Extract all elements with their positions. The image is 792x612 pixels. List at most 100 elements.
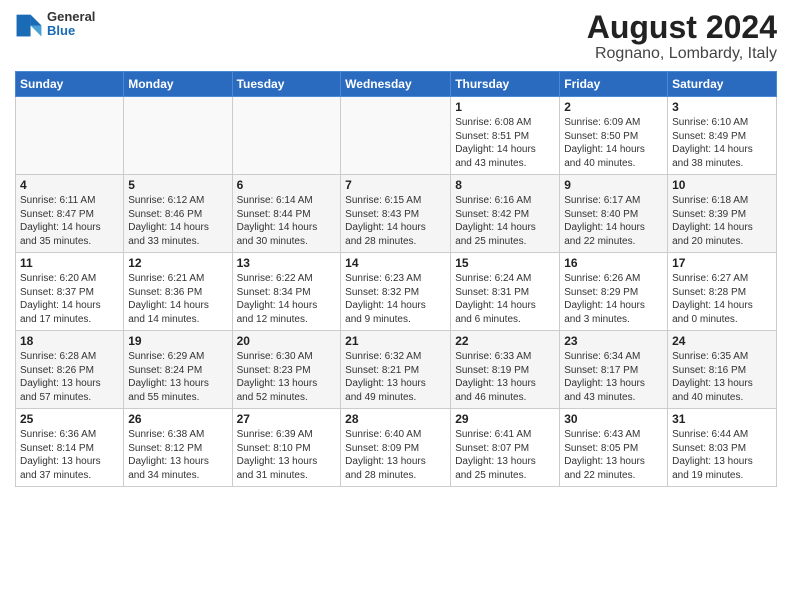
calendar-cell: 13Sunrise: 6:22 AMSunset: 8:34 PMDayligh… <box>232 253 341 331</box>
day-info: Sunrise: 6:41 AMSunset: 8:07 PMDaylight:… <box>455 428 555 482</box>
calendar-cell <box>232 97 341 175</box>
header-wednesday: Wednesday <box>341 72 451 97</box>
calendar-cell: 10 Sunrise: 6:18 AMSunset: 8:39 PMDayligh… <box>668 175 777 253</box>
day-info: Sunrise: 6:15 AMSunset: 8:43 PMDaylight:… <box>345 194 446 248</box>
calendar-cell: 25 Sunrise: 6:36 AMSunset: 8:14 PMDayligh… <box>16 409 124 487</box>
calendar-cell: 19Sunrise: 6:29 AMSunset: 8:24 PMDayligh… <box>124 331 232 409</box>
calendar-cell: 14Sunrise: 6:23 AMSunset: 8:32 PMDayligh… <box>341 253 451 331</box>
calendar-cell <box>124 97 232 175</box>
calendar-cell: 22 Sunrise: 6:33 AMSunset: 8:19 PMDayligh… <box>451 331 560 409</box>
calendar-cell: 5Sunrise: 6:12 AMSunset: 8:46 PMDaylight… <box>124 175 232 253</box>
calendar-cell: 30Sunrise: 6:43 AMSunset: 8:05 PMDayligh… <box>560 409 668 487</box>
day-info: Sunrise: 6:39 AMSunset: 8:10 PMDaylight:… <box>237 428 337 482</box>
day-number: 26 <box>128 412 227 426</box>
day-info: Sunrise: 6:28 AMSunset: 8:26 PMDaylight:… <box>20 350 119 404</box>
day-info: Sunrise: 6:18 AMSunset: 8:39 PMDaylight:… <box>672 194 772 248</box>
day-info: Sunrise: 6:21 AMSunset: 8:36 PMDaylight:… <box>128 272 227 326</box>
day-number: 10 <box>672 178 772 192</box>
calendar-cell: 4 Sunrise: 6:11 AMSunset: 8:47 PMDaylight… <box>16 175 124 253</box>
day-number: 9 <box>564 178 663 192</box>
day-info: Sunrise: 6:38 AMSunset: 8:12 PMDaylight:… <box>128 428 227 482</box>
calendar-cell <box>16 97 124 175</box>
day-info: Sunrise: 6:26 AMSunset: 8:29 PMDaylight:… <box>564 272 663 326</box>
day-info: Sunrise: 6:17 AMSunset: 8:40 PMDaylight:… <box>564 194 663 248</box>
day-info: Sunrise: 6:29 AMSunset: 8:24 PMDaylight:… <box>128 350 227 404</box>
day-number: 8 <box>455 178 555 192</box>
day-number: 25 <box>20 412 119 426</box>
header-friday: Friday <box>560 72 668 97</box>
calendar-cell: 20 Sunrise: 6:30 AMSunset: 8:23 PMDayligh… <box>232 331 341 409</box>
day-number: 4 <box>20 178 119 192</box>
calendar-table: Sunday Monday Tuesday Wednesday Thursday… <box>15 71 777 487</box>
calendar-cell: 9 Sunrise: 6:17 AMSunset: 8:40 PMDaylight… <box>560 175 668 253</box>
day-number: 22 <box>455 334 555 348</box>
day-info: Sunrise: 6:36 AMSunset: 8:14 PMDaylight:… <box>20 428 119 482</box>
day-info: Sunrise: 6:27 AMSunset: 8:28 PMDaylight:… <box>672 272 772 326</box>
logo: General Blue <box>15 10 95 39</box>
calendar-cell: 8 Sunrise: 6:16 AMSunset: 8:42 PMDaylight… <box>451 175 560 253</box>
day-info: Sunrise: 6:34 AMSunset: 8:17 PMDaylight:… <box>564 350 663 404</box>
day-number: 18 <box>20 334 119 348</box>
calendar-cell: 11 Sunrise: 6:20 AMSunset: 8:37 PMDayligh… <box>16 253 124 331</box>
day-number: 23 <box>564 334 663 348</box>
day-number: 27 <box>237 412 337 426</box>
calendar-cell: 26 Sunrise: 6:38 AMSunset: 8:12 PMDayligh… <box>124 409 232 487</box>
day-info: Sunrise: 6:11 AMSunset: 8:47 PMDaylight:… <box>20 194 119 248</box>
calendar-week-row: 4 Sunrise: 6:11 AMSunset: 8:47 PMDaylight… <box>16 175 777 253</box>
day-number: 20 <box>237 334 337 348</box>
day-number: 12 <box>128 256 227 270</box>
day-info: Sunrise: 6:24 AMSunset: 8:31 PMDaylight:… <box>455 272 555 326</box>
calendar-cell: 23 Sunrise: 6:34 AMSunset: 8:17 PMDayligh… <box>560 331 668 409</box>
calendar-cell: 21Sunrise: 6:32 AMSunset: 8:21 PMDayligh… <box>341 331 451 409</box>
calendar-cell: 24 Sunrise: 6:35 AMSunset: 8:16 PMDayligh… <box>668 331 777 409</box>
calendar-cell: 7 Sunrise: 6:15 AMSunset: 8:43 PMDaylight… <box>341 175 451 253</box>
day-info: Sunrise: 6:08 AMSunset: 8:51 PMDaylight:… <box>455 116 555 170</box>
day-info: Sunrise: 6:20 AMSunset: 8:37 PMDaylight:… <box>20 272 119 326</box>
day-number: 3 <box>672 100 772 114</box>
calendar-title: August 2024 <box>587 10 777 45</box>
calendar-cell <box>341 97 451 175</box>
header-thursday: Thursday <box>451 72 560 97</box>
day-info: Sunrise: 6:16 AMSunset: 8:42 PMDaylight:… <box>455 194 555 248</box>
calendar-cell: 1 Sunrise: 6:08 AMSunset: 8:51 PMDaylight… <box>451 97 560 175</box>
logo-text: General Blue <box>47 10 95 39</box>
day-number: 30 <box>564 412 663 426</box>
calendar-cell: 17Sunrise: 6:27 AMSunset: 8:28 PMDayligh… <box>668 253 777 331</box>
calendar-cell: 29Sunrise: 6:41 AMSunset: 8:07 PMDayligh… <box>451 409 560 487</box>
day-number: 6 <box>237 178 337 192</box>
day-info: Sunrise: 6:44 AMSunset: 8:03 PMDaylight:… <box>672 428 772 482</box>
day-info: Sunrise: 6:33 AMSunset: 8:19 PMDaylight:… <box>455 350 555 404</box>
day-info: Sunrise: 6:12 AMSunset: 8:46 PMDaylight:… <box>128 194 227 248</box>
calendar-subtitle: Rognano, Lombardy, Italy <box>587 45 777 63</box>
day-number: 24 <box>672 334 772 348</box>
header-saturday: Saturday <box>668 72 777 97</box>
day-number: 21 <box>345 334 446 348</box>
logo-blue: Blue <box>47 24 95 38</box>
day-number: 14 <box>345 256 446 270</box>
day-number: 15 <box>455 256 555 270</box>
calendar-week-row: 1 Sunrise: 6:08 AMSunset: 8:51 PMDaylight… <box>16 97 777 175</box>
day-info: Sunrise: 6:09 AMSunset: 8:50 PMDaylight:… <box>564 116 663 170</box>
calendar-cell: 15 Sunrise: 6:24 AMSunset: 8:31 PMDayligh… <box>451 253 560 331</box>
day-number: 7 <box>345 178 446 192</box>
header-sunday: Sunday <box>16 72 124 97</box>
day-number: 16 <box>564 256 663 270</box>
calendar-cell: 28 Sunrise: 6:40 AMSunset: 8:09 PMDayligh… <box>341 409 451 487</box>
day-info: Sunrise: 6:10 AMSunset: 8:49 PMDaylight:… <box>672 116 772 170</box>
day-info: Sunrise: 6:40 AMSunset: 8:09 PMDaylight:… <box>345 428 446 482</box>
day-info: Sunrise: 6:22 AMSunset: 8:34 PMDaylight:… <box>237 272 337 326</box>
calendar-cell: 31 Sunrise: 6:44 AMSunset: 8:03 PMDayligh… <box>668 409 777 487</box>
calendar-cell: 6Sunrise: 6:14 AMSunset: 8:44 PMDaylight… <box>232 175 341 253</box>
calendar-week-row: 11 Sunrise: 6:20 AMSunset: 8:37 PMDayligh… <box>16 253 777 331</box>
day-number: 11 <box>20 256 119 270</box>
logo-icon <box>15 10 43 38</box>
calendar-cell: 12 Sunrise: 6:21 AMSunset: 8:36 PMDayligh… <box>124 253 232 331</box>
day-number: 28 <box>345 412 446 426</box>
calendar-cell: 16 Sunrise: 6:26 AMSunset: 8:29 PMDayligh… <box>560 253 668 331</box>
day-info: Sunrise: 6:30 AMSunset: 8:23 PMDaylight:… <box>237 350 337 404</box>
day-number: 2 <box>564 100 663 114</box>
day-number: 1 <box>455 100 555 114</box>
day-number: 31 <box>672 412 772 426</box>
logo-general: General <box>47 10 95 24</box>
day-info: Sunrise: 6:35 AMSunset: 8:16 PMDaylight:… <box>672 350 772 404</box>
